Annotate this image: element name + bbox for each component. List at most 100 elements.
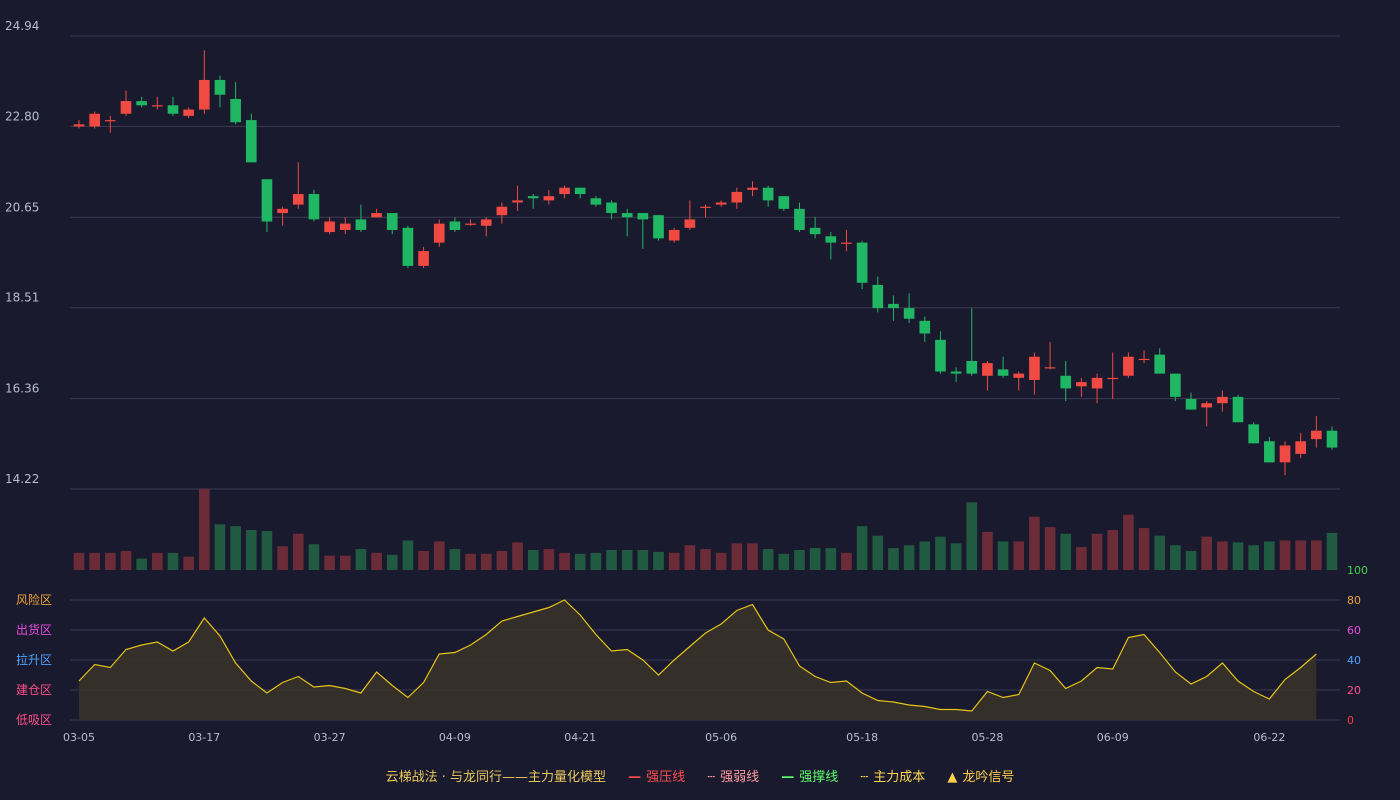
candle-body	[371, 213, 382, 218]
legend-cost-label: 主力成本	[873, 770, 926, 785]
candle-body	[1232, 396, 1244, 423]
candle-body	[778, 196, 790, 209]
volume-bar	[1154, 535, 1166, 570]
volume-bar	[809, 548, 821, 570]
candle-body	[684, 219, 696, 228]
candle-body	[700, 206, 711, 208]
candle-body	[1170, 373, 1181, 397]
legend-support-line-icon: —	[781, 770, 795, 785]
volume-bar	[935, 536, 946, 570]
candle-body	[1264, 441, 1275, 463]
volume-bar	[1311, 540, 1322, 570]
candle-body	[950, 371, 962, 374]
oscillator-tick-label: 40	[1347, 654, 1361, 667]
candle-body	[167, 105, 179, 114]
candle-body	[480, 219, 492, 226]
candle-body	[841, 242, 852, 244]
volume-bar	[841, 552, 852, 570]
volume-bar	[433, 541, 445, 570]
volume-bar	[606, 549, 617, 570]
volume-bar	[778, 553, 790, 570]
volume-bar	[715, 552, 727, 570]
candle-body	[230, 98, 241, 123]
x-tick-label: 03-27	[314, 731, 346, 744]
candle-body	[1248, 424, 1260, 444]
x-tick-label: 06-09	[1097, 731, 1129, 744]
volume-bar	[527, 549, 539, 570]
legend-signal-triangle-icon: ▲	[947, 770, 958, 785]
volume-bar	[151, 552, 163, 570]
candle-body	[308, 194, 320, 220]
volume-bar	[700, 549, 711, 570]
candle-body	[120, 101, 132, 114]
volume-bar	[1201, 536, 1213, 570]
volume-bar	[543, 549, 555, 570]
volume-bar	[292, 533, 304, 570]
candle-body	[919, 320, 931, 334]
legend-item-support[interactable]: — 强撑线	[781, 766, 838, 785]
volume-bar	[198, 489, 210, 570]
legend-support-label: 强撑线	[799, 770, 839, 785]
candle-body	[136, 101, 147, 106]
candle-body	[1076, 382, 1087, 387]
volume-bar	[684, 545, 696, 570]
x-axis: 03-05 03-17 03-27 04-09 04-21 05-06 05-18 05-28…	[63, 731, 1285, 744]
candle-body	[997, 369, 1009, 376]
oscillator-tick-label: 20	[1347, 684, 1361, 697]
volume-bar	[1060, 533, 1072, 570]
volume-bar	[872, 535, 884, 570]
legend-model-label: 云梯战法 · 与龙同行——主力量化模型	[385, 770, 606, 785]
volume-bar	[261, 530, 273, 570]
volume-bar	[762, 549, 774, 570]
volume-bar	[496, 550, 508, 570]
oscillator-tick-label: 0	[1347, 714, 1354, 727]
volume-bar	[1029, 516, 1040, 570]
price-tick-label: 16.36	[5, 382, 39, 396]
volume-bar	[1044, 527, 1056, 570]
candle-body	[73, 124, 85, 127]
volume-bar	[355, 549, 367, 570]
volume-bar	[245, 529, 257, 570]
candle-body	[559, 187, 570, 195]
volume-bar	[621, 549, 633, 570]
legend-item-signal[interactable]: ▲ 龙吟信号	[947, 766, 1014, 785]
volume-bar	[136, 558, 147, 570]
volume-bar	[1170, 545, 1181, 570]
legend-item-resistance[interactable]: — 强压线	[628, 766, 685, 785]
volume-bar	[1076, 547, 1087, 570]
volume-bar	[637, 549, 649, 570]
candle-body	[512, 200, 523, 203]
x-tick-label: 04-21	[564, 731, 596, 744]
legend-resistance-label: 强压线	[646, 770, 686, 785]
candle-body	[1013, 373, 1025, 378]
volume-bar	[480, 553, 492, 570]
legend-item-cost[interactable]: ┄ 主力成本	[860, 766, 925, 785]
volume-bar	[1279, 540, 1291, 570]
oscillator-zone-label: 低吸区	[16, 713, 52, 727]
volume-bar	[1123, 514, 1134, 570]
oscillator-tick-label: 80	[1347, 594, 1361, 607]
candle-body	[762, 187, 774, 201]
candle-body	[1154, 354, 1166, 374]
volume-bar	[653, 551, 664, 570]
price-tick-label: 14.22	[5, 472, 39, 486]
volume-bar	[825, 548, 837, 570]
volume-bar	[966, 502, 978, 570]
oscillator-zone-label: 出货区	[16, 622, 52, 637]
candle-body	[1029, 356, 1040, 380]
legend-signal-label: 龙吟信号	[962, 770, 1015, 785]
price-tick-label: 18.51	[5, 291, 39, 305]
x-tick-label: 05-28	[971, 731, 1003, 744]
legend-item-model[interactable]: 云梯战法 · 与龙同行——主力量化模型	[386, 766, 606, 785]
volume-bars	[73, 489, 1338, 570]
candle-body	[1123, 356, 1134, 376]
oscillator-zone-label: 拉升区	[16, 652, 52, 667]
legend-item-strength[interactable]: ┄ 强弱线	[707, 766, 759, 785]
candle-body	[1185, 398, 1197, 410]
volume-bar	[230, 526, 241, 570]
candle-body	[104, 120, 116, 122]
volume-bar	[1091, 533, 1103, 570]
volume-bar	[919, 541, 931, 570]
candle-body	[292, 194, 304, 205]
x-tick-label: 04-09	[439, 731, 471, 744]
